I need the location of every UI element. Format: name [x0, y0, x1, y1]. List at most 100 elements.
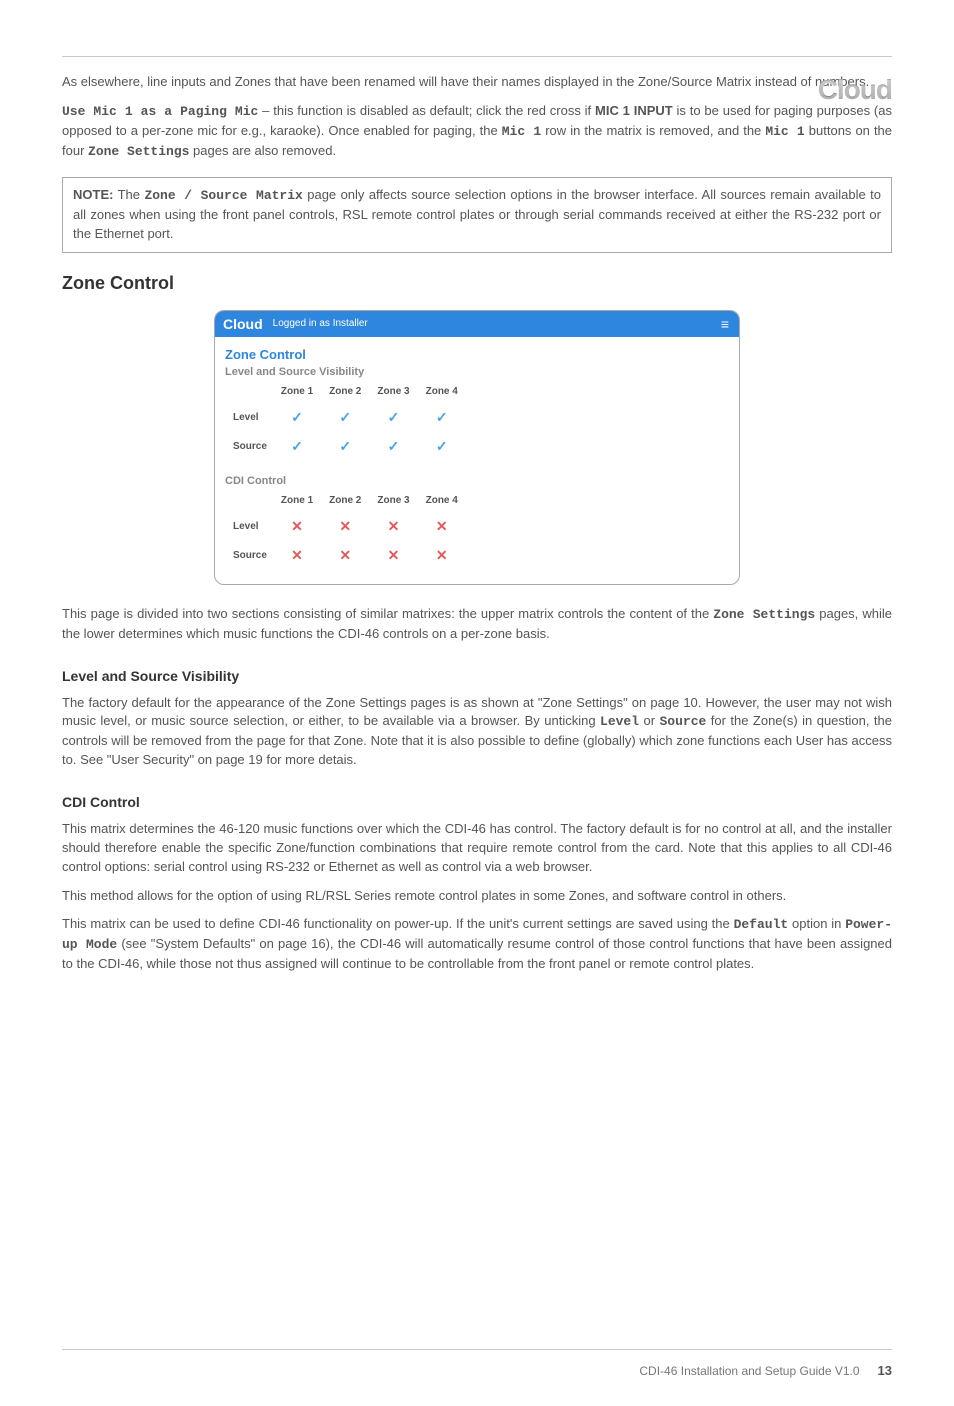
visibility-matrix: Zone 1 Zone 2 Zone 3 Zone 4 Level ✓ ✓ ✓ … — [225, 380, 466, 461]
level-code: Level — [600, 714, 639, 729]
cross-icon: ✕ — [291, 518, 303, 534]
row-label: Source — [225, 432, 273, 461]
text: The — [113, 187, 144, 202]
check-icon: ✓ — [339, 409, 351, 425]
check-icon: ✓ — [291, 438, 303, 454]
col-header: Zone 2 — [321, 380, 369, 403]
mic1-input-bold: MIC 1 INPUT — [595, 103, 673, 118]
default-code: Default — [734, 917, 789, 932]
matrix-row: Level ✕ ✕ ✕ ✕ — [225, 512, 466, 541]
cross-icon: ✕ — [291, 547, 303, 563]
row-label: Level — [225, 403, 273, 432]
cross-cell[interactable]: ✕ — [369, 512, 417, 541]
cdi-matrix: Zone 1 Zone 2 Zone 3 Zone 4 Level ✕ ✕ ✕ … — [225, 489, 466, 570]
text: – this function is disabled as default; … — [258, 103, 595, 118]
text: row in the matrix is removed, and the — [541, 123, 765, 138]
paragraph-cdi-2: This method allows for the option of usi… — [62, 887, 892, 906]
hamburger-icon[interactable]: ≡ — [721, 316, 729, 332]
matrix-header-row: Zone 1 Zone 2 Zone 3 Zone 4 — [225, 489, 466, 512]
tick-cell[interactable]: ✓ — [418, 432, 466, 461]
matrix-row: Source ✓ ✓ ✓ ✓ — [225, 432, 466, 461]
check-icon: ✓ — [388, 409, 400, 425]
text: (see "System Defaults" on page 16), the … — [62, 936, 892, 971]
tick-cell[interactable]: ✓ — [321, 403, 369, 432]
col-header: Zone 2 — [321, 489, 369, 512]
zone-source-matrix-code: Zone / Source Matrix — [144, 188, 302, 203]
paragraph-cdi-1: This matrix determines the 46-120 music … — [62, 820, 892, 877]
screenshot-subtitle-cdi: CDI Control — [225, 475, 729, 487]
screenshot-body: Zone Control Level and Source Visibility… — [215, 337, 739, 584]
cross-icon: ✕ — [388, 518, 400, 534]
check-icon: ✓ — [339, 438, 351, 454]
mic1-code: Mic 1 — [502, 124, 541, 139]
tick-cell[interactable]: ✓ — [418, 403, 466, 432]
tick-cell[interactable]: ✓ — [369, 432, 417, 461]
cross-icon: ✕ — [339, 547, 351, 563]
use-mic-code: Use Mic 1 as a Paging Mic — [62, 104, 258, 119]
heading-level-source-visibility: Level and Source Visibility — [62, 668, 892, 684]
matrix-header-row: Zone 1 Zone 2 Zone 3 Zone 4 — [225, 380, 466, 403]
col-header: Zone 3 — [369, 489, 417, 512]
cross-icon: ✕ — [339, 518, 351, 534]
cloud-logo-text: Cloud — [818, 74, 892, 105]
col-header: Zone 4 — [418, 489, 466, 512]
footer-text: CDI-46 Installation and Setup Guide V1.0 — [639, 1364, 859, 1378]
tick-cell[interactable]: ✓ — [321, 432, 369, 461]
check-icon: ✓ — [291, 409, 303, 425]
text: This page is divided into two sections c… — [62, 606, 713, 621]
tick-cell[interactable]: ✓ — [273, 432, 321, 461]
cross-cell[interactable]: ✕ — [418, 512, 466, 541]
check-icon: ✓ — [436, 438, 448, 454]
logged-in-text: Logged in as Installer — [273, 318, 368, 329]
page-number: 13 — [878, 1363, 892, 1378]
cross-icon: ✕ — [436, 547, 448, 563]
tick-cell[interactable]: ✓ — [369, 403, 417, 432]
text: This matrix can be used to define CDI-46… — [62, 916, 734, 931]
cross-icon: ✕ — [436, 518, 448, 534]
text: or — [639, 713, 659, 728]
note-box: NOTE: The Zone / Source Matrix page only… — [62, 177, 892, 253]
paragraph-use-mic: Use Mic 1 as a Paging Mic – this functio… — [62, 102, 892, 162]
cross-cell[interactable]: ✕ — [418, 541, 466, 570]
empty-header — [225, 380, 273, 403]
footer: CDI-46 Installation and Setup Guide V1.0… — [639, 1363, 892, 1378]
cross-cell[interactable]: ✕ — [369, 541, 417, 570]
check-icon: ✓ — [436, 409, 448, 425]
text: option in — [788, 916, 845, 931]
screenshot-logo: Cloud — [223, 316, 263, 332]
screenshot: Cloud Logged in as Installer ≡ Zone Cont… — [214, 310, 740, 585]
tick-cell[interactable]: ✓ — [273, 403, 321, 432]
mic1-code2: Mic 1 — [765, 124, 804, 139]
source-code: Source — [660, 714, 707, 729]
text: pages are also removed. — [189, 143, 336, 158]
row-label: Level — [225, 512, 273, 541]
paragraph-cdi-3: This matrix can be used to define CDI-46… — [62, 915, 892, 974]
row-label: Source — [225, 541, 273, 570]
empty-header — [225, 489, 273, 512]
page-logo: Cloud — [818, 74, 892, 106]
cross-cell[interactable]: ✕ — [321, 512, 369, 541]
screenshot-wrap: Cloud Logged in as Installer ≡ Zone Cont… — [62, 310, 892, 585]
cross-icon: ✕ — [388, 547, 400, 563]
paragraph-visibility: The factory default for the appearance o… — [62, 694, 892, 770]
screenshot-title: Zone Control — [225, 347, 729, 362]
paragraph-intro: As elsewhere, line inputs and Zones that… — [62, 73, 892, 92]
zone-settings-code: Zone Settings — [88, 144, 189, 159]
cross-cell[interactable]: ✕ — [273, 512, 321, 541]
col-header: Zone 3 — [369, 380, 417, 403]
paragraph-after-screenshot: This page is divided into two sections c… — [62, 605, 892, 644]
cross-cell[interactable]: ✕ — [321, 541, 369, 570]
matrix-row: Source ✕ ✕ ✕ ✕ — [225, 541, 466, 570]
col-header: Zone 1 — [273, 489, 321, 512]
screenshot-header: Cloud Logged in as Installer ≡ — [215, 311, 739, 337]
note-label: NOTE: — [73, 187, 113, 202]
zone-settings-code: Zone Settings — [713, 607, 815, 622]
heading-zone-control: Zone Control — [62, 273, 892, 294]
top-rule — [62, 56, 892, 57]
heading-cdi-control: CDI Control — [62, 794, 892, 810]
check-icon: ✓ — [388, 438, 400, 454]
col-header: Zone 4 — [418, 380, 466, 403]
matrix-row: Level ✓ ✓ ✓ ✓ — [225, 403, 466, 432]
col-header: Zone 1 — [273, 380, 321, 403]
cross-cell[interactable]: ✕ — [273, 541, 321, 570]
